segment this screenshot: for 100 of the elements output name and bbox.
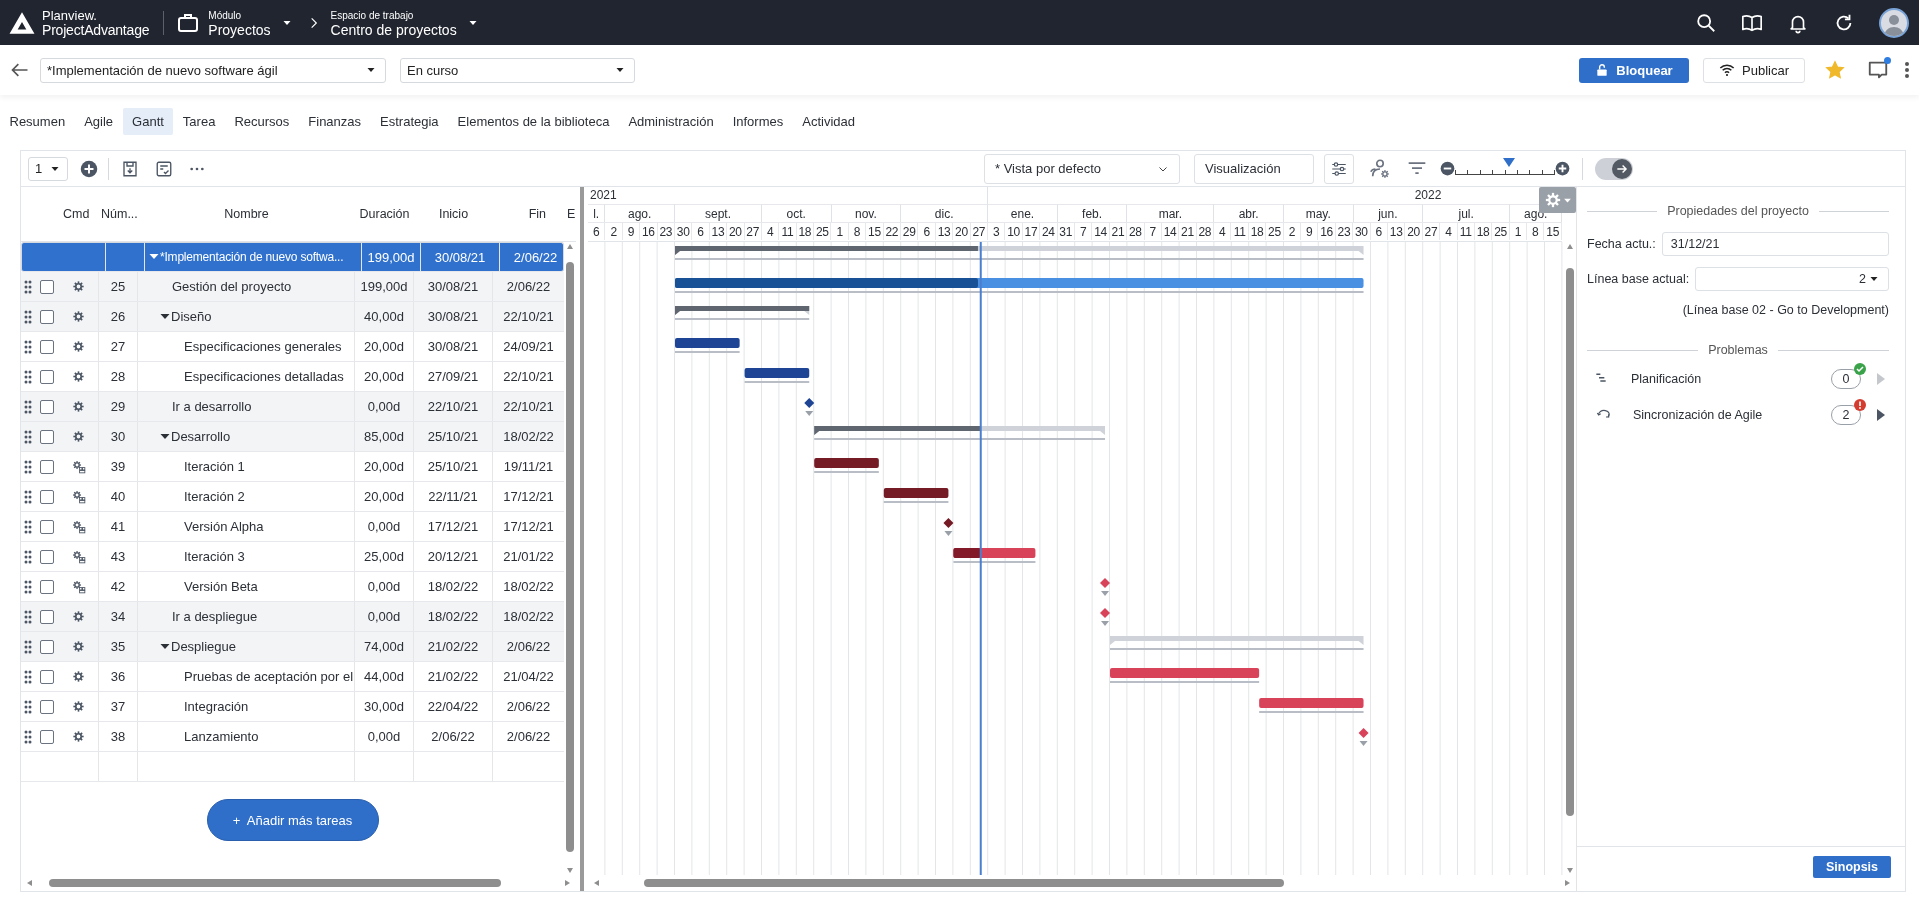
week-label: 28: [1128, 225, 1142, 239]
task-name: Iteración 3: [184, 549, 245, 564]
column-header[interactable]: Fin: [528, 207, 546, 221]
project-select[interactable]: *Implementación de nuevo software ágil: [40, 57, 386, 83]
week-label: 11: [1233, 225, 1246, 239]
logo-text: Planview.: [42, 8, 98, 23]
tab[interactable]: Elementos de la biblioteca: [448, 108, 619, 135]
week-label: 25: [1268, 225, 1281, 239]
column-header[interactable]: Cmd: [63, 207, 90, 221]
table-cell: 26: [110, 309, 126, 324]
baseline-select[interactable]: 2: [1695, 267, 1889, 291]
week-label: 16: [642, 225, 655, 239]
week-label: 18: [798, 225, 812, 239]
tab[interactable]: Recursos: [224, 108, 299, 135]
week-label: 27: [972, 225, 986, 239]
table-cell: 2/06/22: [431, 729, 475, 744]
table-cell: 30/08/21: [427, 309, 479, 324]
week-label: 21: [1181, 225, 1194, 239]
table-cell: 17/12/21: [427, 519, 479, 534]
table-cell: 21/04/22: [503, 669, 554, 684]
table-cell: 30: [110, 429, 126, 444]
table-cell: 22/10/21: [503, 369, 554, 384]
week-label: 11: [1459, 225, 1472, 239]
publish-button[interactable]: Publicar: [1703, 57, 1805, 83]
table-cell: 35: [110, 639, 126, 654]
table-cell: 21/02/22: [427, 669, 479, 684]
module-name: Proyectos: [208, 22, 271, 38]
section-title: Propiedades del proyecto: [1667, 204, 1809, 218]
month-label: nov.: [854, 207, 877, 221]
logo-text: ProjectAdvantage: [42, 22, 150, 37]
tab[interactable]: Actividad: [792, 108, 865, 135]
week-label: 4: [766, 225, 774, 239]
display-button[interactable]: Visualización: [1194, 153, 1314, 184]
tab[interactable]: Agile: [74, 108, 123, 135]
week-label: 18: [1250, 225, 1264, 239]
table-cell: 37: [110, 699, 126, 714]
month-label: feb.: [1082, 207, 1103, 221]
week-label: 31: [1059, 225, 1073, 239]
week-label: 6: [923, 225, 930, 239]
column-header[interactable]: E: [567, 207, 576, 221]
tab[interactable]: Gantt: [122, 108, 174, 135]
month-label: sept.: [704, 207, 731, 221]
week-label: 4: [1445, 225, 1452, 239]
week-label: 27: [1424, 225, 1438, 239]
table-cell: 20,00d: [364, 339, 404, 354]
week-label: 4: [1219, 225, 1226, 239]
view-select[interactable]: * Vista por defecto: [984, 153, 1180, 184]
month-label: abr.: [1238, 207, 1259, 221]
table-cell: 28: [110, 369, 126, 384]
tab[interactable]: Administración: [618, 108, 724, 135]
tab[interactable]: Tarea: [173, 108, 225, 135]
column-header[interactable]: Nombre: [224, 207, 269, 221]
table-cell: 39: [110, 459, 126, 474]
week-label: 16: [1320, 225, 1333, 239]
week-label: 3: [993, 225, 1000, 239]
column-header[interactable]: Duración: [359, 207, 410, 221]
month-label: dic.: [934, 207, 954, 221]
summary-button[interactable]: Sinopsis: [1813, 856, 1891, 878]
week-label: 25: [1494, 225, 1507, 239]
week-label: 24: [1041, 225, 1055, 239]
issue-label: Planificación: [1631, 372, 1703, 386]
week-label: 2: [610, 225, 617, 239]
date-field[interactable]: 31/12/21: [1661, 232, 1889, 256]
table-cell: 17/12/21: [503, 489, 554, 504]
tab[interactable]: Resumen: [0, 108, 75, 135]
column-header[interactable]: Núm...: [101, 207, 138, 221]
table-cell: 27/09/21: [427, 369, 479, 384]
task-name: Diseño: [171, 309, 212, 324]
outline-level-select[interactable]: 1: [28, 156, 68, 181]
field-label: Línea base actual:: [1587, 272, 1690, 286]
task-name: Desarrollo: [171, 429, 231, 444]
table-cell: 34: [110, 609, 126, 624]
task-name: Versión Beta: [184, 579, 258, 594]
tab[interactable]: Estrategia: [370, 108, 449, 135]
week-label: 25: [815, 225, 829, 239]
table-cell: 30/08/21: [427, 339, 479, 354]
lock-button[interactable]: Bloquear: [1579, 57, 1689, 83]
table-cell: 19/11/21: [503, 459, 554, 474]
status-select[interactable]: En curso: [400, 57, 635, 83]
add-tasks-button[interactable]: + Añadir más tareas: [206, 799, 379, 841]
week-label: 1: [1514, 225, 1522, 239]
task-name: Iteración 1: [184, 459, 245, 474]
table-cell: 30/08/21: [434, 249, 486, 265]
week-label: 8: [1532, 225, 1539, 239]
week-label: 13: [937, 225, 951, 239]
week-label: 23: [1337, 225, 1351, 239]
table-cell: 21/02/22: [427, 639, 479, 654]
week-label: 15: [868, 225, 881, 239]
task-name: Versión Alpha: [184, 519, 264, 534]
tab[interactable]: Informes: [723, 108, 793, 135]
task-name: Especificaciones detalladas: [184, 369, 344, 384]
week-label: 1: [836, 225, 843, 239]
table-cell: 18/02/22: [503, 429, 554, 444]
week-label: 14: [1094, 225, 1107, 239]
column-header[interactable]: Inicio: [438, 207, 469, 221]
table-cell: 22/10/21: [427, 399, 479, 414]
week-label: 6: [1375, 225, 1382, 239]
tab[interactable]: Finanzas: [298, 108, 371, 135]
week-label: 9: [1306, 225, 1313, 239]
task-name: Integración: [184, 699, 249, 714]
